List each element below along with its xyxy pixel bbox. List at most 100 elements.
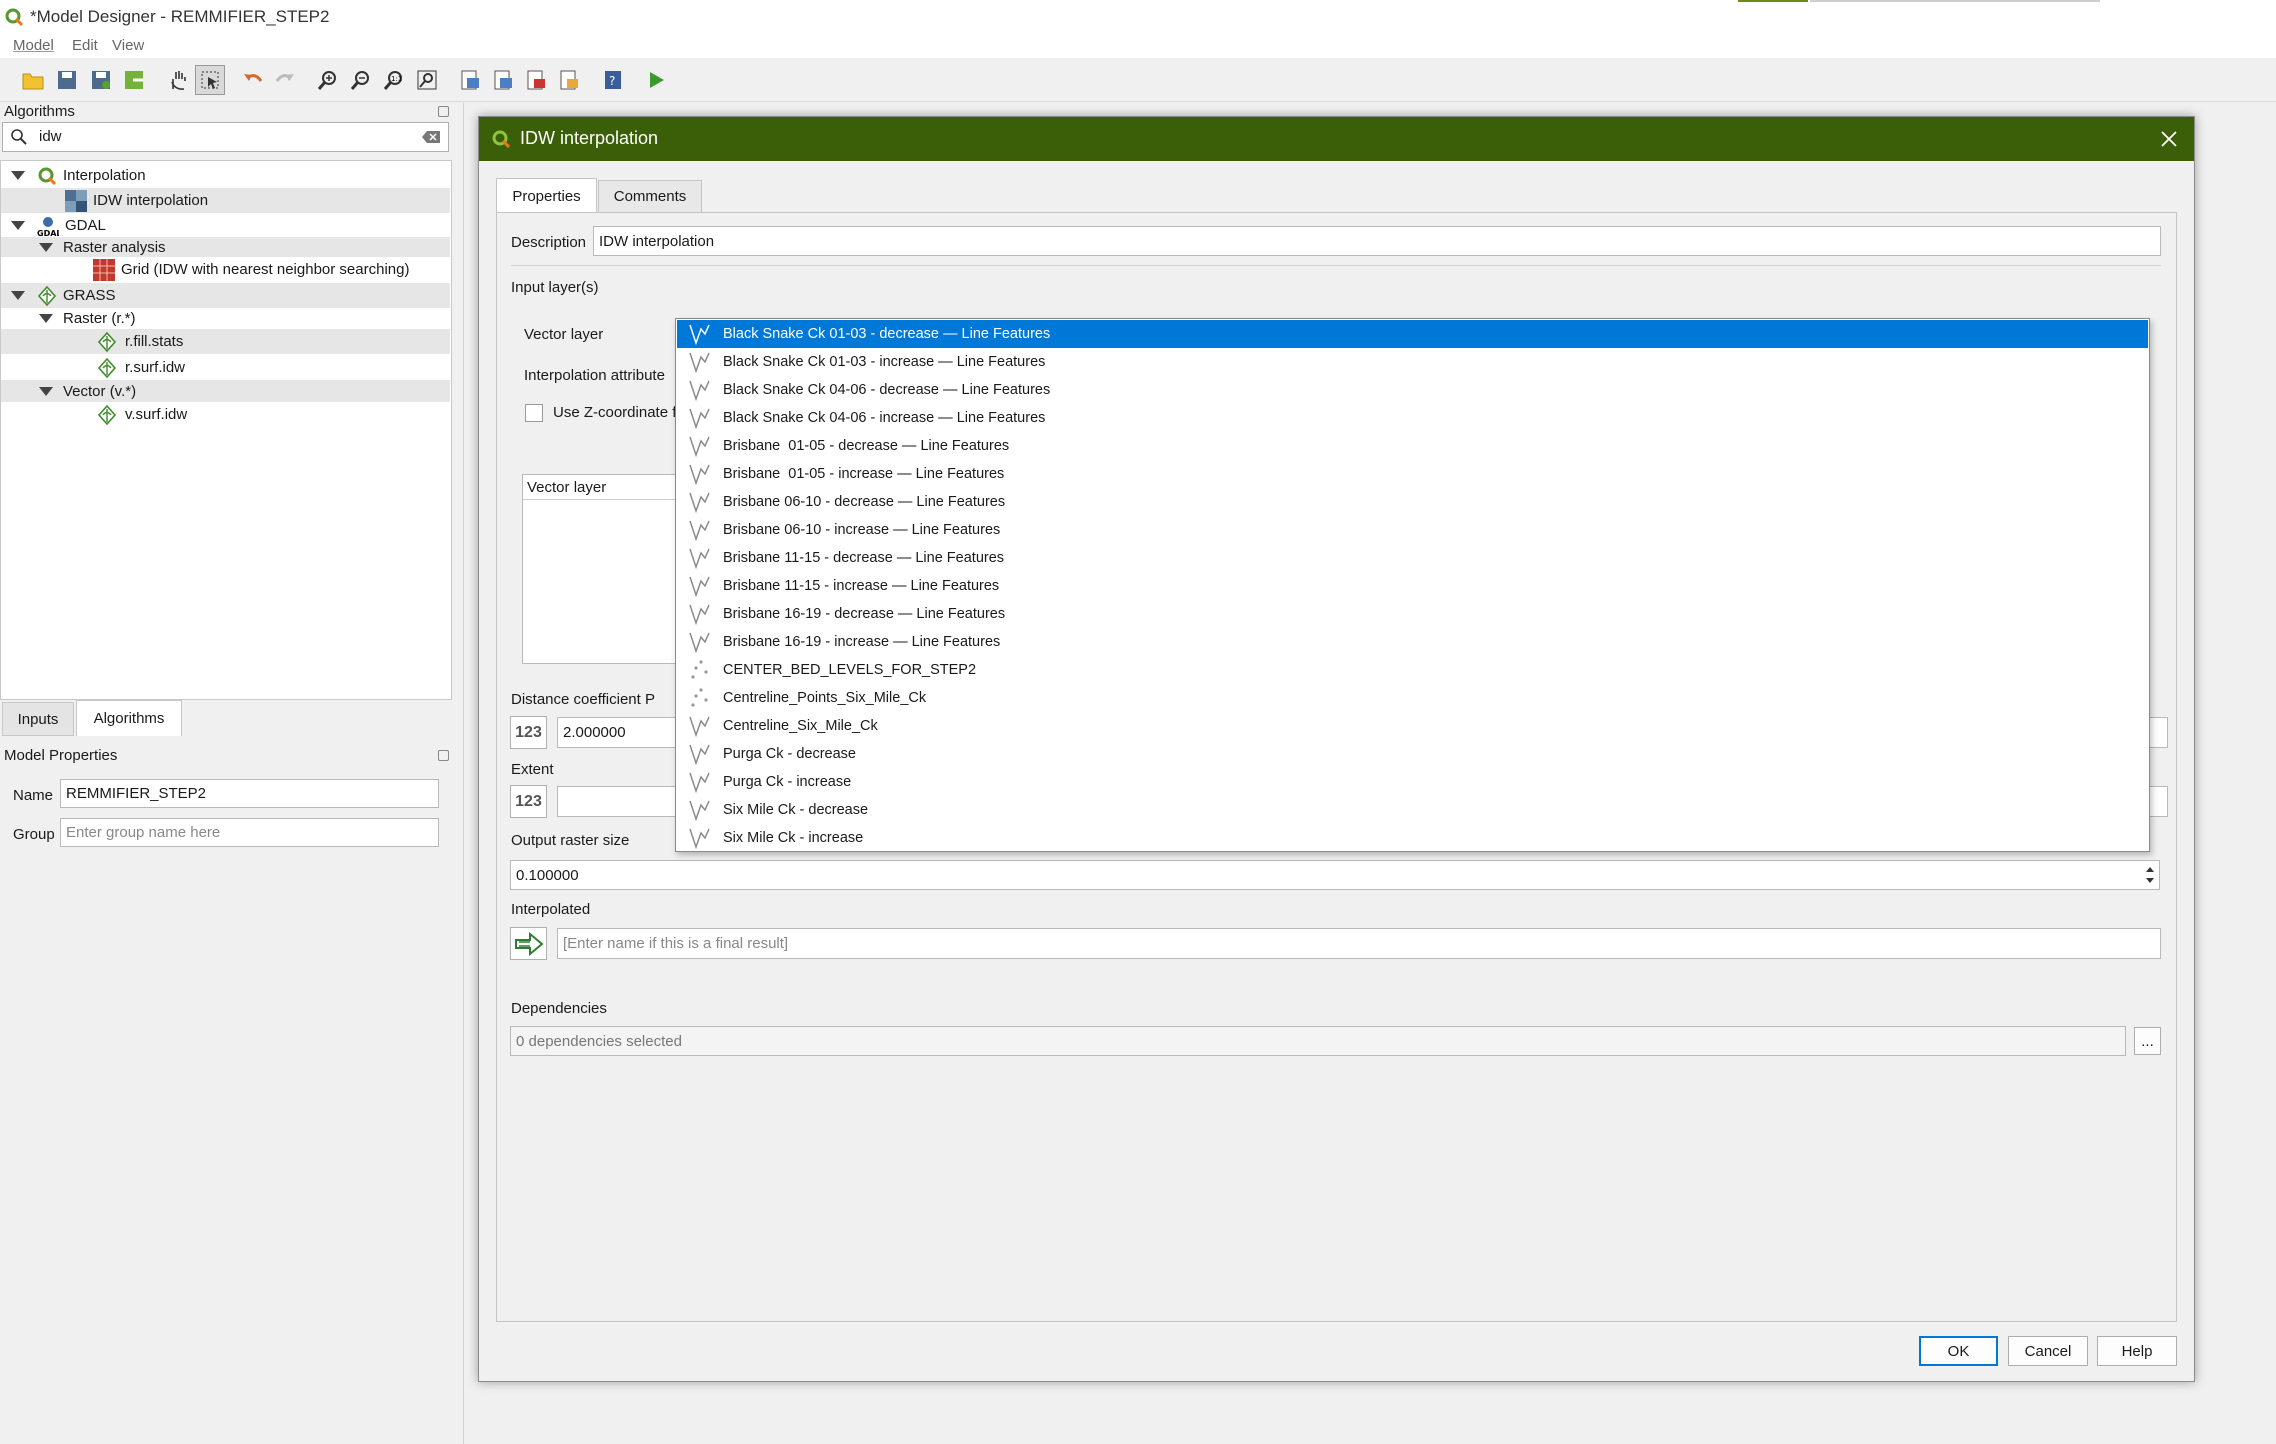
expand-arrow-icon[interactable] [39, 386, 53, 396]
expand-arrow-icon[interactable] [11, 221, 25, 230]
gdal-icon: GDAL [37, 215, 59, 237]
tree-item-idw-interpolation[interactable]: IDW interpolation [1, 188, 450, 213]
panel-float-icon[interactable] [438, 750, 449, 761]
dropdown-item[interactable]: Centreline_Six_Mile_Ck [677, 712, 2148, 740]
dropdown-item-label: Brisbane 11-15 - decrease — Line Feature… [723, 550, 1005, 566]
tree-item-r-surf-idw[interactable]: r.surf.idw [1, 355, 450, 380]
tree-item-vector-v[interactable]: Vector (v.*) [1, 380, 450, 402]
zoom-out-icon[interactable] [346, 65, 376, 95]
model-name-field[interactable]: REMMIFIER_STEP2 [60, 779, 439, 808]
zoom-full-icon[interactable] [412, 65, 442, 95]
dropdown-item[interactable]: Purga Ck - decrease [677, 740, 2148, 768]
tree-item-v-surf-idw[interactable]: v.surf.idw [1, 402, 450, 427]
dropdown-item[interactable]: Brisbane 16-19 - increase — Line Feature… [677, 628, 2148, 656]
undo-icon[interactable] [238, 65, 268, 95]
line-layer-icon [687, 798, 711, 822]
output-raster-size-field[interactable]: 0.100000 [510, 860, 2160, 890]
dropdown-item-label: Black Snake Ck 01-03 - decrease — Line F… [723, 326, 1051, 342]
tab-algorithms[interactable]: Algorithms [76, 700, 182, 736]
dropdown-item[interactable]: Brisbane 01-05 - decrease — Line Feature… [677, 432, 2148, 460]
tab-inputs[interactable]: Inputs [2, 702, 74, 736]
export-script-icon[interactable] [554, 65, 584, 95]
dropdown-item[interactable]: Centreline_Points_Six_Mile_Ck [677, 684, 2148, 712]
tab-comments[interactable]: Comments [598, 180, 702, 213]
tree-item-grass[interactable]: GRASS [1, 283, 450, 308]
dependencies-field[interactable]: 0 dependencies selected [510, 1026, 2126, 1056]
dropdown-item[interactable]: Six Mile Ck - decrease [677, 796, 2148, 824]
dropdown-item[interactable]: Six Mile Ck - increase [677, 824, 2148, 851]
ok-button[interactable]: OK [1919, 1336, 1998, 1366]
zoom-in-icon[interactable] [313, 65, 343, 95]
spinbox-arrows-icon[interactable] [2142, 862, 2158, 888]
dependencies-button[interactable]: ... [2134, 1027, 2161, 1055]
description-field[interactable]: IDW interpolation [593, 226, 2161, 256]
use-z-checkbox[interactable] [525, 404, 543, 422]
redo-icon[interactable] [270, 65, 300, 95]
dropdown-item-label: Black Snake Ck 04-06 - decrease — Line F… [723, 382, 1051, 398]
dropdown-item[interactable]: Brisbane 16-19 - decrease — Line Feature… [677, 600, 2148, 628]
dropdown-item[interactable]: CENTER_BED_LEVELS_FOR_STEP2 [677, 656, 2148, 684]
point-layer-icon [687, 658, 711, 682]
save-as-icon[interactable] [86, 65, 116, 95]
tree-item-raster-r[interactable]: Raster (r.*) [1, 307, 450, 329]
tree-item-r-fill-stats[interactable]: r.fill.stats [1, 329, 450, 354]
expand-arrow-icon[interactable] [11, 291, 25, 300]
tree-item-gdal[interactable]: GDAL GDAL [1, 213, 450, 238]
tree-item-raster-analysis[interactable]: Raster analysis [1, 237, 450, 257]
pan-icon[interactable] [163, 65, 193, 95]
vector-layer-dropdown[interactable]: Black Snake Ck 01-03 - decrease — Line F… [675, 318, 2150, 852]
close-icon[interactable] [2159, 129, 2179, 153]
tree-item-label: IDW interpolation [93, 192, 209, 209]
dropdown-item[interactable]: Brisbane 11-15 - increase — Line Feature… [677, 572, 2148, 600]
line-layer-icon [687, 406, 711, 430]
line-layer-icon [687, 546, 711, 570]
dropdown-item[interactable]: Brisbane 11-15 - decrease — Line Feature… [677, 544, 2148, 572]
dropdown-item-label: Brisbane 16-19 - increase — Line Feature… [723, 634, 1001, 650]
expand-arrow-icon[interactable] [11, 171, 25, 180]
tree-item-label: Raster (r.*) [63, 309, 136, 327]
dropdown-item[interactable]: Black Snake Ck 01-03 - increase — Line F… [677, 348, 2148, 376]
open-icon[interactable] [18, 65, 48, 95]
dropdown-item[interactable]: Purga Ck - increase [677, 768, 2148, 796]
model-name-value: REMMIFIER_STEP2 [66, 785, 207, 802]
dropdown-item[interactable]: Black Snake Ck 04-06 - increase — Line F… [677, 404, 2148, 432]
model-group-field[interactable]: Enter group name here [60, 818, 439, 847]
export-image-icon[interactable] [120, 65, 150, 95]
menu-edit[interactable]: Edit [72, 37, 98, 54]
panel-float-icon[interactable] [438, 106, 449, 117]
dropdown-item[interactable]: Black Snake Ck 04-06 - decrease — Line F… [677, 376, 2148, 404]
algorithm-search-input[interactable]: idw [2, 122, 449, 152]
line-layer-icon [687, 826, 711, 850]
menu-view[interactable]: View [112, 37, 144, 54]
dropdown-item[interactable]: Black Snake Ck 01-03 - decrease — Line F… [677, 320, 2148, 348]
export-python-icon[interactable] [521, 65, 551, 95]
cancel-button[interactable]: Cancel [2008, 1336, 2088, 1366]
dropdown-item[interactable]: Brisbane 06-10 - decrease — Line Feature… [677, 488, 2148, 516]
distance-data-defined-button[interactable]: 123 [510, 716, 547, 749]
dropdown-item[interactable]: Brisbane 06-10 - increase — Line Feature… [677, 516, 2148, 544]
tree-item-interpolation[interactable]: Interpolation [1, 163, 450, 188]
help-icon[interactable]: ? [598, 65, 628, 95]
tab-properties[interactable]: Properties [496, 178, 597, 213]
tree-item-grid-idw[interactable]: Grid (IDW with nearest neighbor searchin… [1, 257, 450, 282]
save-icon[interactable] [52, 65, 82, 95]
line-layer-icon [687, 574, 711, 598]
extent-data-defined-button[interactable]: 123 [510, 785, 547, 818]
help-button[interactable]: Help [2097, 1336, 2177, 1366]
svg-text:1:1: 1:1 [391, 75, 402, 83]
menu-model[interactable]: Model [13, 37, 54, 54]
export-svg-icon[interactable] [488, 65, 518, 95]
clear-search-icon[interactable] [421, 130, 441, 148]
interpolated-output-field[interactable]: [Enter name if this is a final result] [557, 928, 2161, 959]
run-icon[interactable] [641, 65, 671, 95]
output-destination-button[interactable] [510, 927, 547, 960]
algorithms-title: Algorithms [4, 103, 75, 120]
expand-arrow-icon[interactable] [39, 242, 53, 252]
export-pdf-icon[interactable] [455, 65, 485, 95]
tab-label: Inputs [17, 710, 59, 728]
select-icon[interactable] [195, 65, 225, 95]
titlebar-decoration [1738, 0, 1808, 2]
expand-arrow-icon[interactable] [39, 313, 53, 323]
zoom-actual-icon[interactable]: 1:1 [379, 65, 409, 95]
dropdown-item[interactable]: Brisbane 01-05 - increase — Line Feature… [677, 460, 2148, 488]
